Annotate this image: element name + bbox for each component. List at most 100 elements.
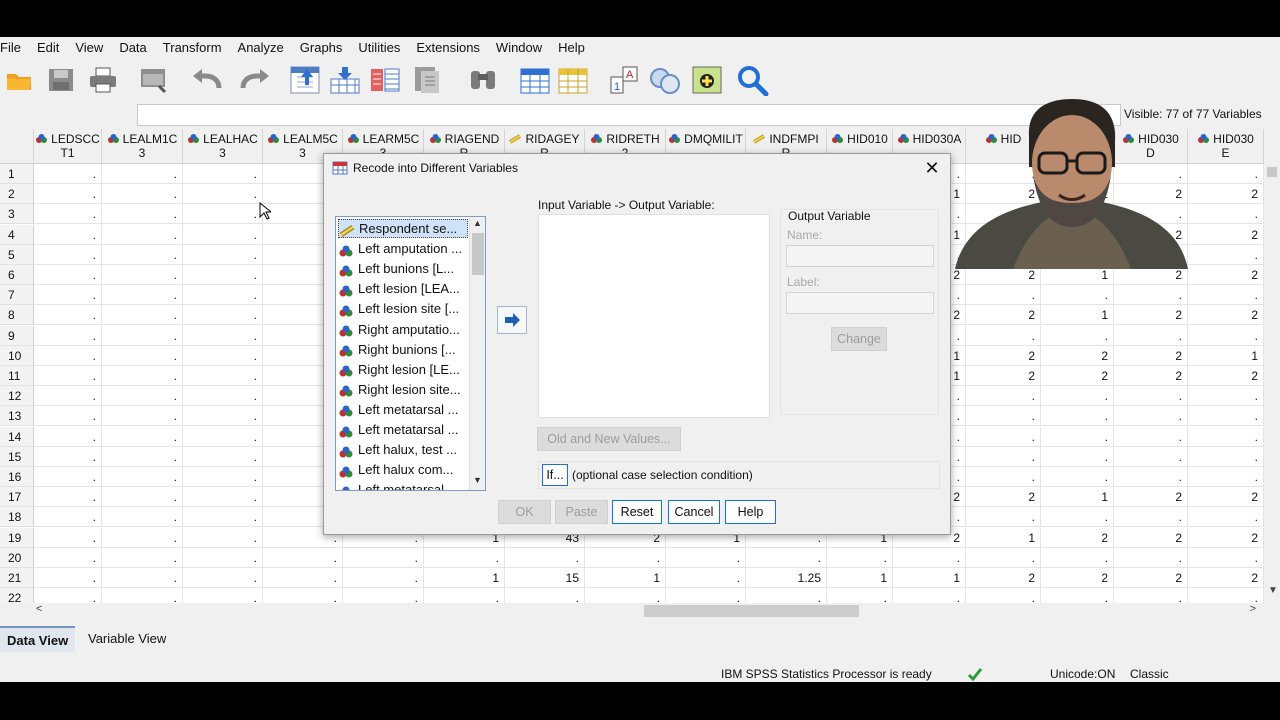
data-cell[interactable]: . [183,325,263,346]
use-variable-sets-icon[interactable] [648,63,682,97]
undo-icon[interactable] [190,63,224,97]
data-cell[interactable]: . [1041,325,1114,346]
data-cell[interactable]: . [102,164,183,184]
data-cell[interactable]: . [1188,446,1264,467]
variable-list-item[interactable]: Respondent se... [338,219,468,238]
data-cell[interactable]: 2 [1114,305,1188,326]
data-cell[interactable]: . [893,588,966,603]
data-cell[interactable]: 2 [1114,568,1188,588]
data-cell[interactable]: . [263,568,343,588]
data-cell[interactable]: 2 [1188,527,1264,548]
data-cell[interactable]: . [424,547,505,568]
data-cell[interactable]: . [102,184,183,205]
data-cell[interactable]: . [1041,507,1114,528]
input-output-variable-list[interactable] [538,214,770,418]
data-cell[interactable]: . [746,547,827,568]
row-number[interactable]: 5 [0,244,34,265]
tab-variable-view[interactable]: Variable View [81,626,173,652]
row-number[interactable]: 6 [0,265,34,285]
variables-icon[interactable] [368,63,402,97]
data-cell[interactable]: . [966,547,1041,568]
move-variable-button[interactable] [497,306,527,334]
old-new-values-button[interactable]: Old and New Values... [537,427,681,451]
row-number[interactable]: 10 [0,345,34,366]
dialog-recall-icon[interactable] [137,63,171,97]
data-cell[interactable]: 1 [966,527,1041,548]
reset-button[interactable]: Reset [612,500,662,524]
data-cell[interactable]: 2 [1114,527,1188,548]
data-cell[interactable]: 2 [966,345,1041,366]
data-cell[interactable]: . [102,547,183,568]
data-cell[interactable]: . [34,568,102,588]
data-cell[interactable]: . [34,487,102,508]
data-cell[interactable]: . [34,386,102,407]
data-cell[interactable]: . [34,426,102,447]
tab-data-view[interactable]: Data View [0,626,76,652]
data-cell[interactable]: . [34,184,102,205]
data-cell[interactable]: . [1041,547,1114,568]
data-cell[interactable]: 2 [966,305,1041,326]
data-cell[interactable]: . [827,588,893,603]
data-cell[interactable]: . [666,568,746,588]
data-cell[interactable]: . [1188,406,1264,427]
data-cell[interactable]: . [1114,406,1188,427]
data-cell[interactable]: . [102,386,183,407]
data-cell[interactable]: . [1041,426,1114,447]
data-cell[interactable]: . [102,325,183,346]
data-cell[interactable]: . [102,204,183,225]
row-number[interactable]: 14 [0,426,34,447]
data-cell[interactable]: . [102,487,183,508]
data-cell[interactable]: . [102,305,183,326]
data-cell[interactable]: . [183,224,263,245]
search-icon[interactable] [736,63,770,97]
row-number[interactable]: 15 [0,446,34,467]
change-button[interactable]: Change [831,327,887,351]
data-cell[interactable]: . [183,285,263,306]
ok-button[interactable]: OK [498,500,551,524]
data-cell[interactable]: . [1188,325,1264,346]
data-cell[interactable]: . [263,547,343,568]
scroll-up-icon[interactable]: ▲ [473,218,482,228]
close-icon[interactable]: ✕ [922,159,942,179]
data-cell[interactable]: 2 [1188,265,1264,285]
data-cell[interactable]: . [34,446,102,467]
data-cell[interactable]: 2 [1114,487,1188,508]
variable-list-item[interactable]: Left lesion site [... [338,299,468,318]
data-cell[interactable]: . [1114,507,1188,528]
name-field[interactable] [786,245,934,267]
print-icon[interactable] [86,63,120,97]
data-cell[interactable]: 2 [1188,184,1264,205]
data-cell[interactable]: . [1188,467,1264,487]
variable-list-item[interactable]: Right amputatio... [338,320,468,339]
data-cell[interactable]: . [343,568,424,588]
data-cell[interactable]: 1 [1188,345,1264,366]
data-cell[interactable]: . [424,588,505,603]
data-cell[interactable]: 1 [1041,487,1114,508]
data-cell[interactable]: . [966,406,1041,427]
data-cell[interactable]: . [666,588,746,603]
menu-file[interactable]: File [0,40,29,55]
data-cell[interactable]: . [102,426,183,447]
row-number[interactable]: 4 [0,224,34,245]
data-cell[interactable]: 2 [1188,224,1264,245]
row-number[interactable]: 19 [0,527,34,548]
data-cell[interactable]: 2 [1188,568,1264,588]
data-cell[interactable]: . [585,588,666,603]
data-cell[interactable]: . [102,568,183,588]
data-cell[interactable]: . [966,386,1041,407]
data-cell[interactable]: . [102,527,183,548]
data-cell[interactable]: 2 [1041,568,1114,588]
data-cell[interactable]: . [183,244,263,265]
menu-edit[interactable]: Edit [29,40,67,55]
insert-variable-icon[interactable] [556,63,590,97]
data-cell[interactable]: 2 [1188,487,1264,508]
row-number[interactable]: 11 [0,366,34,386]
data-cell[interactable]: . [183,184,263,205]
row-number[interactable]: 17 [0,487,34,508]
data-cell[interactable]: . [343,547,424,568]
data-cell[interactable]: . [183,366,263,386]
data-cell[interactable]: . [102,285,183,306]
data-cell[interactable]: 2 [1114,366,1188,386]
data-cell[interactable]: . [343,588,424,603]
data-cell[interactable]: 2 [966,568,1041,588]
